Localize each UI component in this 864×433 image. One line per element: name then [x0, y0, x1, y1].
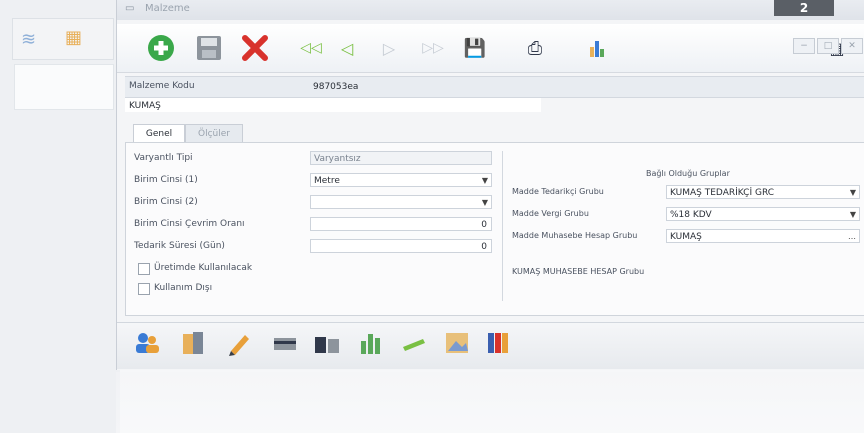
books-icon[interactable]: [485, 329, 513, 357]
users-icon: ≋: [21, 29, 37, 50]
code-header: Malzeme Kodu 987053ea: [125, 76, 864, 98]
toolbar-reflection: [116, 372, 864, 433]
tab-measures[interactable]: Ölçüler: [185, 124, 243, 143]
close-button[interactable]: ✕: [841, 38, 863, 54]
production-checkbox-label: Üretimde Kullanılacak: [154, 263, 253, 273]
unit1-label: Birim Cinsi (1): [134, 175, 198, 185]
lead-time-label: Tedarik Süresi (Gün): [134, 241, 225, 251]
window-icon: ▭: [125, 3, 135, 14]
column-divider: [502, 151, 503, 301]
unit1-value: Metre: [314, 176, 340, 186]
out-of-use-checkbox-label: Kullanım Dışı: [154, 283, 213, 293]
chart-icon[interactable]: [581, 32, 613, 64]
title-bar: ▭ Malzeme 2: [117, 0, 864, 20]
chevron-down-icon: ▼: [481, 198, 488, 207]
conversion-label: Birim Cinsi Çevrim Oranı: [134, 219, 245, 229]
bottom-toolbar: [117, 322, 864, 369]
users-icon[interactable]: [133, 329, 161, 357]
tax-group-value: %18 KDV: [670, 210, 712, 220]
lead-time-field[interactable]: 0: [310, 239, 492, 253]
background-panel: [14, 64, 114, 110]
pencil-icon[interactable]: [225, 329, 253, 357]
variant-type-label: Varyantlı Tipi: [134, 153, 193, 163]
scanner-icon[interactable]: [313, 329, 341, 357]
printer-icon[interactable]: ⎙: [519, 32, 551, 64]
bar-chart-icon[interactable]: [357, 329, 385, 357]
delete-icon[interactable]: [239, 32, 271, 64]
out-of-use-checkbox[interactable]: [138, 283, 150, 295]
chevron-down-icon: ▼: [849, 210, 856, 219]
group-title: Bağlı Olduğu Gruplar: [646, 169, 730, 178]
account-group-note: KUMAŞ MUHASEBE HESAP Grubu: [512, 267, 645, 276]
ellipsis-icon[interactable]: …: [848, 230, 856, 244]
minimize-button[interactable]: −: [793, 38, 815, 54]
code-label: Malzeme Kodu: [129, 81, 195, 91]
background-toolbar: ≋ ▦: [12, 18, 114, 60]
account-group-value: KUMAŞ: [670, 232, 702, 242]
conversion-field[interactable]: 0: [310, 217, 492, 231]
tax-group-label: Madde Vergi Grubu: [512, 209, 589, 218]
save-icon[interactable]: [193, 32, 225, 64]
pen-icon[interactable]: [399, 329, 427, 357]
image-icon[interactable]: [443, 329, 471, 357]
toolbar: ◁◁ ◁ ▷ ▷▷ 💾 ⎙ ▦ − □ ✕: [117, 24, 864, 73]
documents-icon[interactable]: [179, 329, 207, 357]
card-icon[interactable]: [271, 329, 299, 357]
account-group-field[interactable]: KUMAŞ …: [666, 229, 860, 243]
disk-icon[interactable]: 💾: [459, 32, 491, 64]
variant-type-field[interactable]: Varyantsız: [310, 151, 492, 165]
step-badge: 2: [774, 0, 834, 16]
material-window: ▭ Malzeme 2 ◁◁ ◁ ▷ ▷▷ 💾 ⎙ ▦ − □ ✕ Malzem…: [116, 0, 864, 370]
supplier-group-value: KUMAŞ TEDARİKÇİ GRC: [670, 188, 775, 198]
supplier-group-select[interactable]: KUMAŞ TEDARİKÇİ GRC ▼: [666, 185, 860, 199]
unit2-select[interactable]: ▼: [310, 195, 492, 209]
unit1-select[interactable]: Metre ▼: [310, 173, 492, 187]
prev-icon[interactable]: ◁: [331, 32, 363, 64]
material-name-field[interactable]: KUMAŞ: [125, 98, 541, 112]
add-icon[interactable]: [145, 32, 177, 64]
form-panel: Varyantlı Tipi Varyantsız Birim Cinsi (1…: [125, 142, 864, 316]
window-title: Malzeme: [145, 3, 190, 14]
documents-icon: ▦: [65, 27, 83, 48]
account-group-label: Madde Muhasebe Hesap Grubu: [512, 231, 638, 240]
maximize-button[interactable]: □: [817, 38, 839, 54]
chevron-down-icon: ▼: [481, 176, 488, 185]
last-icon[interactable]: ▷▷: [417, 32, 449, 64]
code-field[interactable]: 987053ea: [309, 79, 545, 93]
production-checkbox[interactable]: [138, 263, 150, 275]
background-window: ≋ ▦: [0, 0, 120, 433]
first-icon[interactable]: ◁◁: [295, 32, 327, 64]
tax-group-select[interactable]: %18 KDV ▼: [666, 207, 860, 221]
tab-general[interactable]: Genel: [133, 124, 185, 143]
next-icon[interactable]: ▷: [373, 32, 405, 64]
unit2-label: Birim Cinsi (2): [134, 197, 198, 207]
supplier-group-label: Madde Tedarikçi Grubu: [512, 187, 604, 196]
chevron-down-icon: ▼: [849, 188, 856, 197]
